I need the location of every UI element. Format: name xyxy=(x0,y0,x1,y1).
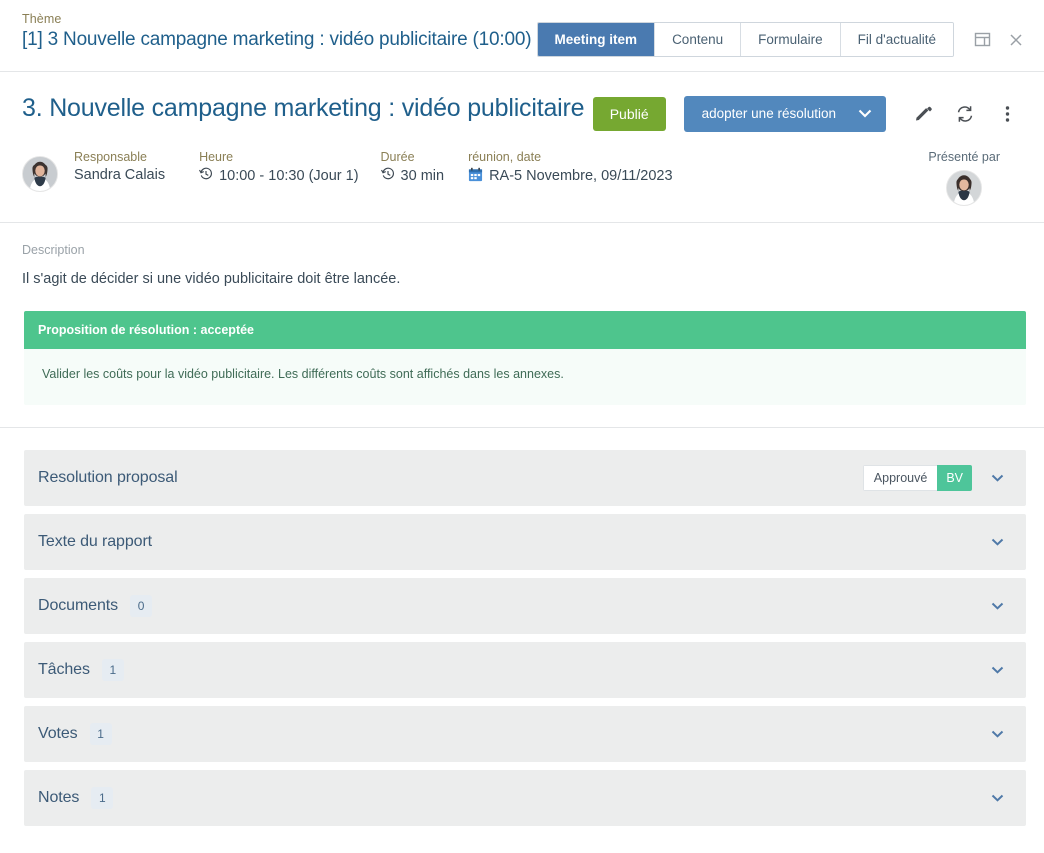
edit-icon[interactable] xyxy=(908,99,938,129)
tab-formulaire[interactable]: Formulaire xyxy=(741,23,841,56)
page-header: 3. Nouvelle campagne marketing : vidéo p… xyxy=(0,72,1044,132)
accordion-title: Resolution proposal xyxy=(38,469,178,486)
calendar-icon xyxy=(468,167,483,185)
chevron-down-icon[interactable] xyxy=(988,666,1006,674)
tab-contenu[interactable]: Contenu xyxy=(655,23,742,56)
accordion-right-group: Approuvé BV xyxy=(862,465,1006,491)
adopt-resolution-label: adopter une résolution xyxy=(701,106,836,121)
description-section: Description Il s'agit de décider si une … xyxy=(0,223,1044,289)
more-options-icon[interactable] xyxy=(992,99,1022,129)
accordion-resolution-proposal[interactable]: Resolution proposal Approuvé BV xyxy=(24,450,1026,506)
accordion-taches[interactable]: Tâches 1 xyxy=(24,642,1026,698)
meta-duree-label: Durée xyxy=(380,150,415,164)
resolution-banner-body: Valider les coûts pour la vidéo publicit… xyxy=(24,349,1026,405)
avatar xyxy=(22,156,58,192)
approver-initials-badge: BV xyxy=(937,465,972,491)
chevron-down-icon[interactable] xyxy=(988,794,1006,802)
meta-heure-label: Heure xyxy=(199,150,234,164)
meta-heure-value-row: 10:00 - 10:30 (Jour 1) xyxy=(199,167,359,184)
resolution-banner: Proposition de résolution : acceptée Val… xyxy=(24,311,1026,405)
meta-left-group: Responsable Sandra Calais Heure 10:00 - … xyxy=(22,150,673,192)
meta-reunion: réunion, date RA-5 Novembre, 09/11/2023 xyxy=(468,150,673,185)
approval-label: Approuvé xyxy=(862,465,938,491)
chevron-down-icon[interactable] xyxy=(988,602,1006,610)
meta-heure: Heure 10:00 - 10:30 (Jour 1) xyxy=(199,150,358,184)
meeting-meta-row: Responsable Sandra Calais Heure 10:00 - … xyxy=(0,132,1044,223)
meta-reunion-value: RA-5 Novembre, 09/11/2023 xyxy=(489,168,673,184)
accordion-title: Texte du rapport xyxy=(38,533,153,550)
meta-duree-value: 30 min xyxy=(400,167,445,184)
meta-reunion-value-row: RA-5 Novembre, 09/11/2023 xyxy=(468,167,673,185)
window-icon-group xyxy=(972,30,1030,50)
tab-bar: Meeting item Contenu Formulaire Fil d'ac… xyxy=(536,22,954,57)
meta-reunion-label: réunion, date xyxy=(468,150,542,164)
accordion-count-badge: 1 xyxy=(91,787,114,809)
sync-icon[interactable] xyxy=(950,99,980,129)
accordion-title: Votes xyxy=(38,725,78,742)
accordion-title: Documents xyxy=(38,597,119,614)
tab-meeting-item[interactable]: Meeting item xyxy=(537,23,656,56)
adopt-resolution-button[interactable]: adopter une résolution xyxy=(683,96,886,132)
presented-by-label: Présenté par xyxy=(928,150,1000,164)
window-titlebar: Thème [1] 3 Nouvelle campagne marketing … xyxy=(0,0,1044,72)
clock-icon xyxy=(199,167,213,184)
accordion-count-badge: 1 xyxy=(89,723,112,745)
chevron-down-icon[interactable] xyxy=(988,474,1006,482)
clock-icon xyxy=(380,167,395,184)
window-title: [1] 3 Nouvelle campagne marketing : vidé… xyxy=(22,29,532,50)
titlebar-controls: Meeting item Contenu Formulaire Fil d'ac… xyxy=(536,10,1030,57)
accordion-count-badge: 1 xyxy=(101,659,124,681)
accordion-title: Notes xyxy=(38,789,80,806)
titlebar-text-group: Thème [1] 3 Nouvelle campagne marketing … xyxy=(22,10,532,51)
chevron-down-icon xyxy=(858,105,872,123)
meta-duree-value-row: 30 min xyxy=(380,167,445,184)
breadcrumb: Thème xyxy=(22,12,62,26)
meta-responsable-value: Sandra Calais xyxy=(74,167,166,183)
meta-responsable-label: Responsable xyxy=(74,150,147,164)
accordion-texte-du-rapport[interactable]: Texte du rapport xyxy=(24,514,1026,570)
accordion-title: Tâches xyxy=(38,661,90,678)
header-actions: Publié adopter une résolution xyxy=(592,92,1022,132)
accordion-list: Resolution proposal Approuvé BV Texte du… xyxy=(0,428,1044,826)
accordion-count-badge: 0 xyxy=(130,595,153,617)
meta-heure-value: 10:00 - 10:30 (Jour 1) xyxy=(219,167,359,184)
accordion-notes[interactable]: Notes 1 xyxy=(24,770,1026,826)
accordion-documents[interactable]: Documents 0 xyxy=(24,578,1026,634)
accordion-votes[interactable]: Votes 1 xyxy=(24,706,1026,762)
presenter-avatar xyxy=(946,170,983,206)
presented-by-group: Présenté par xyxy=(928,150,1022,206)
description-text: Il s'agit de décider si une vidéo public… xyxy=(22,271,401,287)
status-badge: Publié xyxy=(592,97,666,131)
resolution-banner-title: Proposition de résolution : acceptée xyxy=(24,311,1026,349)
page-title: 3. Nouvelle campagne marketing : vidéo p… xyxy=(22,94,585,122)
approval-status: Approuvé BV xyxy=(862,465,972,491)
chevron-down-icon[interactable] xyxy=(988,730,1006,738)
close-icon[interactable] xyxy=(1006,30,1026,50)
meta-responsable: Responsable Sandra Calais xyxy=(74,150,165,183)
chevron-down-icon[interactable] xyxy=(988,538,1006,546)
tab-fil-dactualite[interactable]: Fil d'actualité xyxy=(840,23,953,56)
meta-duree: Durée 30 min xyxy=(381,150,445,184)
panel-layout-icon[interactable] xyxy=(972,30,992,50)
description-label: Description xyxy=(22,243,85,257)
